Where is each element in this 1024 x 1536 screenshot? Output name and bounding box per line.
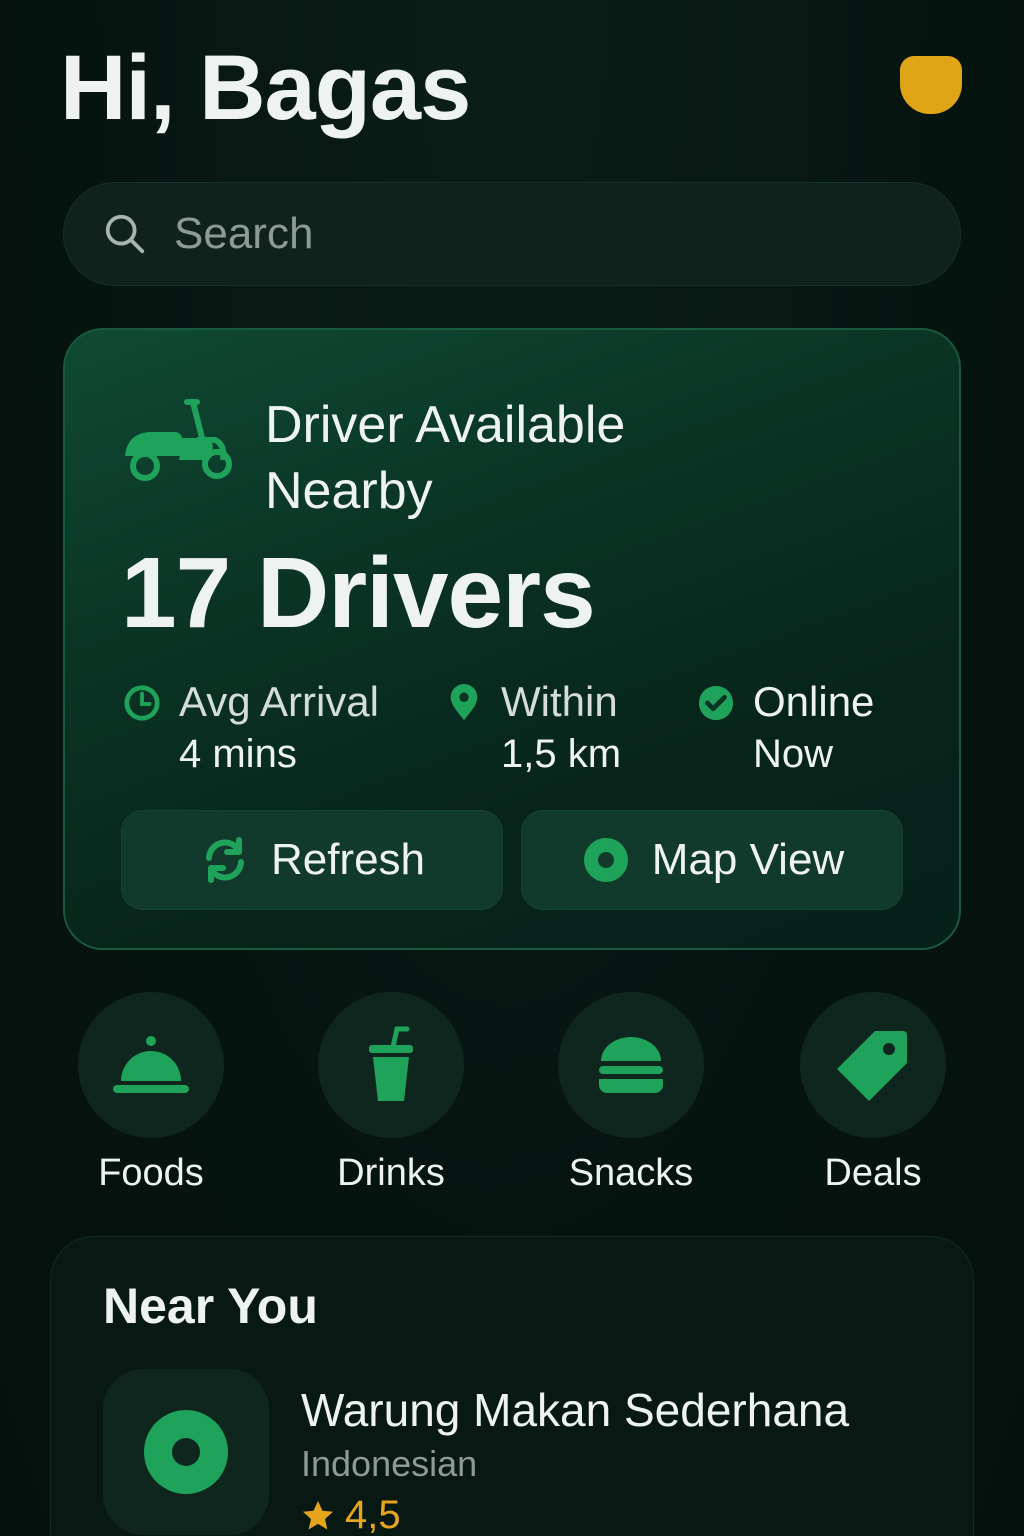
- restaurant-rating: 4,5: [301, 1493, 401, 1536]
- section-title: Near You: [103, 1278, 318, 1334]
- stat-value: 1,5 km: [501, 732, 622, 776]
- search-input[interactable]: Search: [174, 209, 313, 259]
- category-foods[interactable]: Foods: [78, 992, 224, 1194]
- map-view-label: Map View: [651, 835, 845, 884]
- category-drinks[interactable]: Drinks: [318, 992, 464, 1194]
- avatar[interactable]: [900, 56, 962, 114]
- clock-icon: [124, 685, 160, 721]
- burger-icon: [599, 1037, 663, 1093]
- map-view-button[interactable]: Map View: [521, 810, 903, 910]
- refresh-icon: [205, 837, 244, 883]
- category-label: Snacks: [568, 1152, 694, 1194]
- stat-label: Avg Arrival: [179, 678, 379, 725]
- tag-icon: [837, 1031, 907, 1101]
- map-pin-icon: [583, 838, 628, 882]
- greeting-title: Hi, Bagas: [60, 37, 471, 139]
- category-circle: [800, 992, 946, 1138]
- search-bar[interactable]: Search: [63, 182, 961, 286]
- stat-value: Now: [753, 732, 834, 776]
- check-circle-icon: [698, 685, 734, 721]
- category-deals[interactable]: Deals: [800, 992, 946, 1194]
- location-pin-icon: [450, 684, 478, 721]
- card-title-line1: Driver Available: [265, 396, 626, 454]
- card-title: Driver Available Nearby: [265, 392, 825, 524]
- restaurant-cuisine: Indonesian: [301, 1443, 478, 1484]
- category-circle: [558, 992, 704, 1138]
- restaurant-name[interactable]: Warung Makan Sederhana: [301, 1383, 849, 1437]
- refresh-label: Refresh: [270, 835, 426, 884]
- star-icon: [303, 1500, 333, 1529]
- scooter-icon: [125, 399, 232, 481]
- category-label: Drinks: [337, 1152, 445, 1194]
- stat-value: 4 mins: [179, 732, 297, 776]
- search-icon: [105, 214, 145, 254]
- category-label: Deals: [824, 1152, 922, 1194]
- driver-count: 17 Drivers: [121, 537, 596, 649]
- home-screen: Hi, Bagas Search Driver Available Nearby…: [0, 0, 1024, 1536]
- rating-value: 4,5: [345, 1493, 401, 1536]
- drink-cup-icon: [369, 1026, 413, 1101]
- stat-label: Within: [501, 678, 618, 725]
- stat-label: Online: [753, 678, 875, 725]
- near-you-section: Near You Warung Makan Sederhana Indonesi…: [50, 1236, 974, 1536]
- category-label: Foods: [98, 1152, 204, 1194]
- restaurant-thumbnail[interactable]: [103, 1369, 269, 1535]
- card-title-line2: Nearby: [265, 462, 433, 520]
- refresh-button[interactable]: Refresh: [121, 810, 503, 910]
- category-snacks[interactable]: Snacks: [558, 992, 704, 1194]
- category-circle: [318, 992, 464, 1138]
- driver-availability-card: Driver Available Nearby 17 Drivers Avg A…: [63, 328, 961, 950]
- location-ring-icon: [144, 1410, 228, 1494]
- food-cloche-icon: [113, 1036, 189, 1093]
- category-circle: [78, 992, 224, 1138]
